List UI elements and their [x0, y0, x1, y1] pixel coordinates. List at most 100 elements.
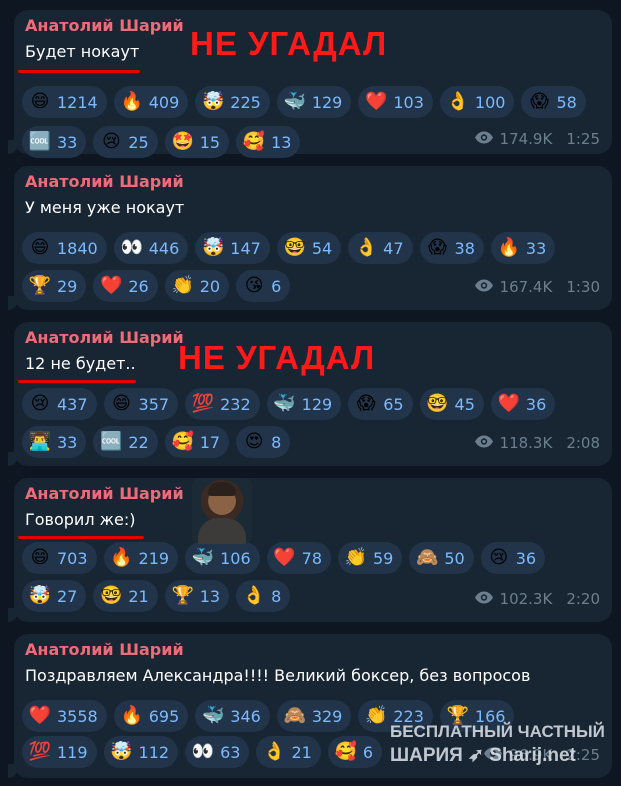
reaction-emoji-icon: 🤯 [28, 585, 52, 606]
message-text: Будет нокаут [25, 42, 140, 61]
reaction-chip[interactable]: 😘 6 [236, 270, 291, 302]
reaction-count: 58 [556, 92, 577, 112]
reaction-emoji-icon: 👏 [171, 275, 194, 296]
reaction-chip[interactable]: 👌 8 [236, 580, 291, 612]
reaction-emoji-icon: 👏 [365, 705, 388, 726]
reaction-chip[interactable]: 🥰 6 [327, 736, 382, 768]
sender-name[interactable]: Анатолий Шарий [25, 172, 184, 191]
reaction-chip[interactable]: 😱 38 [419, 232, 484, 264]
reaction-chip[interactable]: 👏 59 [338, 542, 403, 574]
reaction-chip[interactable]: 😄 1840 [22, 232, 107, 264]
reaction-chip[interactable]: ❤️ 78 [266, 542, 331, 574]
reaction-count: 3558 [57, 706, 98, 726]
reaction-row: 👨‍💻 33 🆒 22 🥰 17 😍 8 [22, 426, 291, 458]
reaction-chip[interactable]: 🤯 147 [195, 232, 270, 264]
reaction-chip[interactable]: 🤩 15 [164, 126, 230, 158]
reaction-chip[interactable]: 🔥 695 [113, 700, 189, 732]
reaction-chip[interactable]: 🥰 13 [236, 126, 301, 158]
reaction-chip[interactable]: 😍 8 [236, 426, 291, 458]
reaction-chip[interactable]: 🏆 13 [164, 580, 230, 612]
reaction-chip[interactable]: 😢 36 [480, 542, 546, 574]
reaction-chip[interactable]: 🐳 129 [266, 388, 342, 420]
reaction-emoji-icon: 💯 [191, 393, 215, 414]
reaction-chip[interactable]: 🤓 45 [419, 388, 484, 420]
reaction-count: 225 [230, 92, 261, 112]
reaction-count: 446 [148, 238, 180, 258]
reaction-chip[interactable]: 😢 25 [93, 126, 158, 158]
sender-name[interactable]: Анатолий Шарий [25, 484, 184, 503]
message-meta: 167.4K 1:30 [474, 278, 600, 296]
reaction-chip[interactable]: 👌 47 [348, 232, 413, 264]
reaction-emoji-icon: ❤️ [273, 547, 296, 568]
reaction-chip[interactable]: 👌 21 [256, 736, 321, 768]
reaction-chip[interactable]: 💯 119 [22, 736, 97, 768]
reaction-chip[interactable]: 👀 63 [185, 736, 250, 768]
reaction-emoji-icon: 🤯 [202, 237, 225, 258]
reaction-count: 21 [128, 586, 149, 606]
message-bubble[interactable]: Анатолий Шарий Говорил же:) 😄 703 🔥 219 🐳 106 ❤️… [8, 478, 612, 622]
reaction-row: 💯 119 🤯 112 👀 63 👌 21 🥰 6 [22, 736, 382, 768]
reaction-chip[interactable]: 🤓 54 [276, 232, 342, 264]
reaction-chip[interactable]: 🔥 219 [103, 542, 179, 574]
reaction-chip[interactable]: 🤯 27 [22, 580, 87, 612]
reaction-chip[interactable]: 🏆 29 [22, 270, 87, 302]
sender-name[interactable]: Анатолий Шарий [25, 640, 184, 659]
reaction-emoji-icon: 😱 [356, 393, 376, 414]
reaction-count: 103 [393, 92, 424, 112]
reaction-chip[interactable]: 😱 58 [521, 86, 586, 118]
reaction-emoji-icon: 🔥 [120, 91, 143, 112]
message-bubble[interactable]: Анатолий Шарий У меня уже нокаут 😄 1840 👀 446… [8, 166, 612, 310]
reaction-count: 129 [311, 92, 343, 112]
reaction-chip[interactable]: 👨‍💻 33 [22, 426, 87, 458]
reaction-count: 100 [474, 92, 506, 112]
overlay-annotation: НЕ УГАДАЛ [178, 339, 376, 376]
reaction-chip[interactable]: 🙈 50 [409, 542, 474, 574]
reaction-chip[interactable]: 🔥 409 [113, 86, 189, 118]
reaction-emoji-icon: 🥰 [242, 131, 266, 152]
message-text: Говорил же:) [25, 510, 136, 529]
reaction-count: 357 [138, 394, 170, 414]
reaction-count: 6 [362, 742, 373, 762]
views-eye-icon [474, 278, 494, 296]
reaction-chip[interactable]: 👏 20 [164, 270, 230, 302]
reaction-chip[interactable]: 😄 1214 [22, 86, 107, 118]
reaction-row: 😄 1214 🔥 409 🤯 225 🐳 129 ❤️ 103 👌 100 😱 58 [22, 86, 586, 118]
reaction-chip[interactable]: 🔥 33 [490, 232, 556, 264]
reaction-chip[interactable]: 🤯 225 [195, 86, 270, 118]
reaction-count: 437 [57, 394, 88, 414]
reaction-count: 27 [57, 586, 78, 606]
reaction-row: 😢 437 😄 357 💯 232 🐳 129 😱 65 🤓 45 ❤️ 36 [22, 388, 556, 420]
reaction-emoji-icon: 😢 [101, 131, 121, 152]
reaction-chip[interactable]: 🆒 33 [22, 126, 87, 158]
reaction-chip[interactable]: 🐳 129 [276, 86, 352, 118]
reaction-chip[interactable]: ❤️ 103 [358, 86, 433, 118]
reaction-chip[interactable]: ❤️ 3558 [22, 700, 107, 732]
reaction-chip[interactable]: 😱 65 [348, 388, 413, 420]
reaction-chip[interactable]: 🥰 17 [164, 426, 230, 458]
reaction-emoji-icon: 🤯 [110, 741, 133, 762]
sticker-avatar [192, 478, 252, 544]
sender-name[interactable]: Анатолий Шарий [25, 328, 184, 347]
reaction-chip[interactable]: 🤓 21 [93, 580, 158, 612]
reaction-chip[interactable]: 👀 446 [113, 232, 189, 264]
reaction-chip[interactable]: 😄 357 [103, 388, 179, 420]
reaction-emoji-icon: 🤓 [426, 393, 449, 414]
reaction-chip[interactable]: 🙈 329 [276, 700, 352, 732]
views-eye-icon [474, 434, 494, 452]
reaction-chip[interactable]: 🆒 22 [93, 426, 158, 458]
sender-name[interactable]: Анатолий Шарий [25, 16, 184, 35]
reaction-chip[interactable]: 🐳 346 [195, 700, 270, 732]
reaction-chip[interactable]: ❤️ 36 [490, 388, 556, 420]
reaction-chip[interactable]: 😄 703 [22, 542, 97, 574]
reaction-chip[interactable]: 💯 232 [185, 388, 260, 420]
reaction-chip[interactable]: 👌 100 [439, 86, 515, 118]
reaction-emoji-icon: ❤️ [28, 705, 52, 726]
reaction-emoji-icon: 🐳 [273, 393, 296, 414]
reaction-count: 26 [128, 276, 149, 296]
reaction-chip[interactable]: 😢 437 [22, 388, 97, 420]
reaction-count: 6 [271, 276, 282, 296]
reaction-chip[interactable]: ❤️ 26 [93, 270, 158, 302]
message-time: 1:25 [566, 130, 600, 148]
reaction-chip[interactable]: 🤯 112 [103, 736, 179, 768]
reaction-chip[interactable]: 🐳 106 [185, 542, 260, 574]
